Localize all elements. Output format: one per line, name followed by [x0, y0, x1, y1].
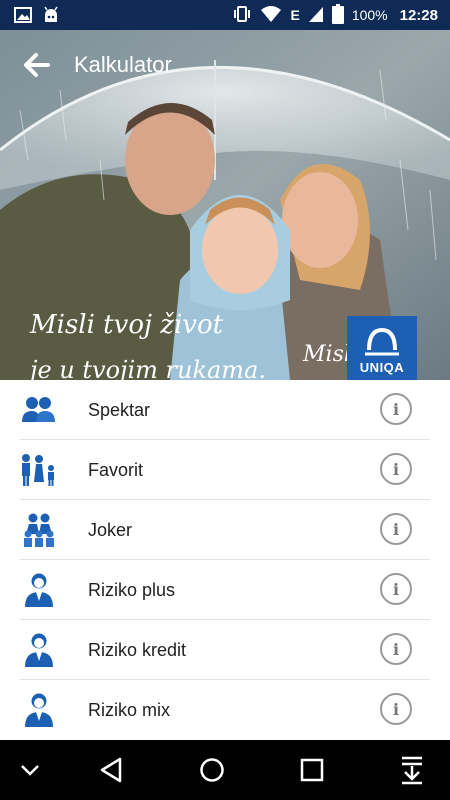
network-type: E [290, 7, 300, 23]
list-item-spektar[interactable]: Spektar i [0, 380, 450, 440]
vibrate-icon [232, 5, 252, 26]
family-icon [20, 452, 58, 488]
person-icon [20, 632, 58, 668]
product-list: Spektar i Favorit i Joker i Riziko plus … [0, 380, 450, 740]
info-icon[interactable]: i [380, 453, 412, 485]
list-item-favorit[interactable]: Favorit i [0, 440, 450, 500]
list-item-label: Joker [88, 520, 133, 540]
status-bar: E 100% 12:28 [0, 0, 450, 30]
download-icon[interactable] [396, 754, 428, 786]
uniqa-logo: UNIQA [347, 316, 417, 380]
slogan-line-2: je u tvojim rukama. [30, 356, 266, 380]
signal-icon [308, 5, 324, 26]
info-icon[interactable]: i [380, 513, 412, 545]
list-item-riziko-kredit[interactable]: Riziko kredit i [0, 620, 450, 680]
home-circle-icon[interactable] [196, 754, 228, 786]
info-icon[interactable]: i [380, 573, 412, 605]
system-nav-bar [0, 740, 450, 800]
back-triangle-icon[interactable] [96, 754, 128, 786]
gallery-icon [14, 6, 32, 29]
list-item-label: Riziko kredit [88, 640, 187, 660]
info-icon[interactable]: i [380, 633, 412, 665]
group-icon [20, 512, 58, 548]
app-toolbar: Kalkulator [0, 30, 450, 100]
list-item-label: Riziko plus [88, 580, 176, 600]
info-icon[interactable]: i [380, 393, 412, 425]
uniqa-emblem-icon [365, 327, 399, 356]
wifi-icon [260, 5, 282, 26]
person-icon [20, 692, 58, 728]
list-item-label: Spektar [88, 400, 151, 420]
list-item-riziko-plus[interactable]: Riziko plus i [0, 560, 450, 620]
battery-level: 100% [351, 7, 388, 23]
clock: 12:28 [399, 6, 438, 24]
list-item-label: Favorit [88, 460, 144, 480]
info-icon[interactable]: i [380, 693, 412, 725]
logo-text: UNIQA [359, 360, 405, 375]
page-title: Kalkulator [74, 52, 172, 77]
recents-square-icon[interactable] [296, 754, 328, 786]
person-icon [20, 572, 58, 608]
back-arrow-icon[interactable] [20, 50, 56, 80]
battery-icon [331, 3, 344, 27]
android-icon [42, 6, 60, 29]
list-item-riziko-mix[interactable]: Riziko mix i [0, 680, 450, 740]
list-item-joker[interactable]: Joker i [0, 500, 450, 560]
list-item-label: Riziko mix [88, 700, 171, 720]
chevron-down-icon[interactable] [14, 754, 46, 786]
couple-icon [20, 392, 58, 428]
slogan-line-1: Misli tvoj život [30, 310, 224, 340]
